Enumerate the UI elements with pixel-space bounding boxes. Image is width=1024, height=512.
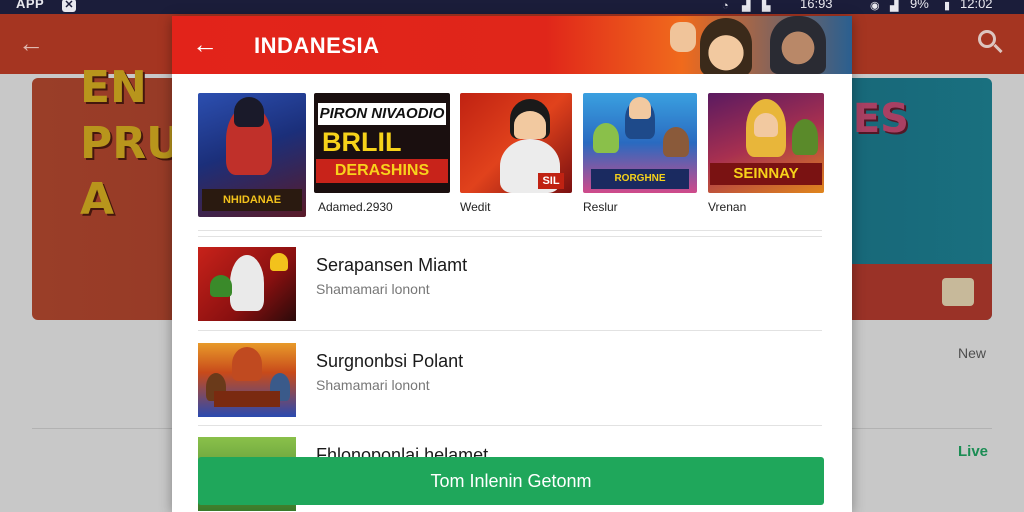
game-cover-text: RORGHNE PONNIAOS xyxy=(591,169,689,189)
battery-level: 9% xyxy=(910,0,929,11)
signal-icon: ▟ xyxy=(890,0,899,12)
list-item-title: Serapansen Miamt xyxy=(316,255,468,275)
game-label-5: Vrenan xyxy=(708,200,747,214)
divider xyxy=(198,236,822,237)
status-time-right: 12:02 xyxy=(960,0,993,11)
game-cover-line-2: BRLIL xyxy=(322,127,402,157)
game-tile-4[interactable]: RORGHNE PONNIAOS xyxy=(583,93,697,193)
divider xyxy=(198,425,822,426)
game-tile-3[interactable]: SIL xyxy=(460,93,572,193)
list-item[interactable]: Surgnonbsi Polant Shamamari lonont xyxy=(198,343,822,423)
status-bar: APP ✕ ◔ ▟ ▙ 16:93 ◉ ▟ 9% ▮ 12:02 xyxy=(0,0,1024,14)
list-item[interactable]: Serapansen Miamt Shamamari lonont xyxy=(198,247,822,327)
game-cover-line-1: PIRON NIVAODIO xyxy=(318,103,446,125)
game-tile-5[interactable]: SEINNAY xyxy=(708,93,824,193)
x-app-icon: ✕ xyxy=(62,0,76,12)
divider xyxy=(198,330,822,331)
dialog-title: INDANESIA xyxy=(254,33,380,58)
signal-icon: ▙ xyxy=(762,0,771,12)
game-tile-2[interactable]: PIRON NIVAODIO BRLIL DERASHINS xyxy=(314,93,450,193)
game-cover-text: SIL xyxy=(538,173,564,189)
battery-icon: ▮ xyxy=(944,0,951,12)
list-item-subtitle: Shamamari lonont xyxy=(316,377,430,393)
alarm-icon: ◉ xyxy=(870,0,880,12)
game-tile-1[interactable]: NHIDANAE xyxy=(198,93,306,217)
region-dialog: ← INDANESIA NHIDANAE Adamed.2930 PIRON N… xyxy=(172,16,852,512)
list-item-thumbnail xyxy=(198,343,296,417)
divider xyxy=(198,230,822,231)
game-label-4: Reslur xyxy=(583,200,618,214)
game-label-3: Wedit xyxy=(460,200,491,214)
status-app-label: APP xyxy=(16,0,45,11)
list-item-title: Surgnonbsi Polant xyxy=(316,351,464,371)
game-cover-text: SEINNAY xyxy=(710,163,822,185)
status-time-left: 16:93 xyxy=(800,0,833,11)
wifi-icon: ◔ xyxy=(722,0,729,12)
signal-icon: ▟ xyxy=(742,0,751,12)
header-hero-art xyxy=(670,16,852,74)
list-item-subtitle: Shamamari lonont xyxy=(316,281,430,297)
cta-button[interactable]: Tom Inlenin Getonm xyxy=(198,457,824,505)
game-cover-line-3: DERASHINS xyxy=(316,159,448,183)
list-item-thumbnail xyxy=(198,247,296,321)
back-arrow-icon[interactable]: ← xyxy=(192,30,218,58)
game-cover-text: NHIDANAE xyxy=(202,189,302,211)
dialog-header: ← INDANESIA xyxy=(172,16,852,74)
game-label-1: Adamed.2930 xyxy=(318,200,393,214)
